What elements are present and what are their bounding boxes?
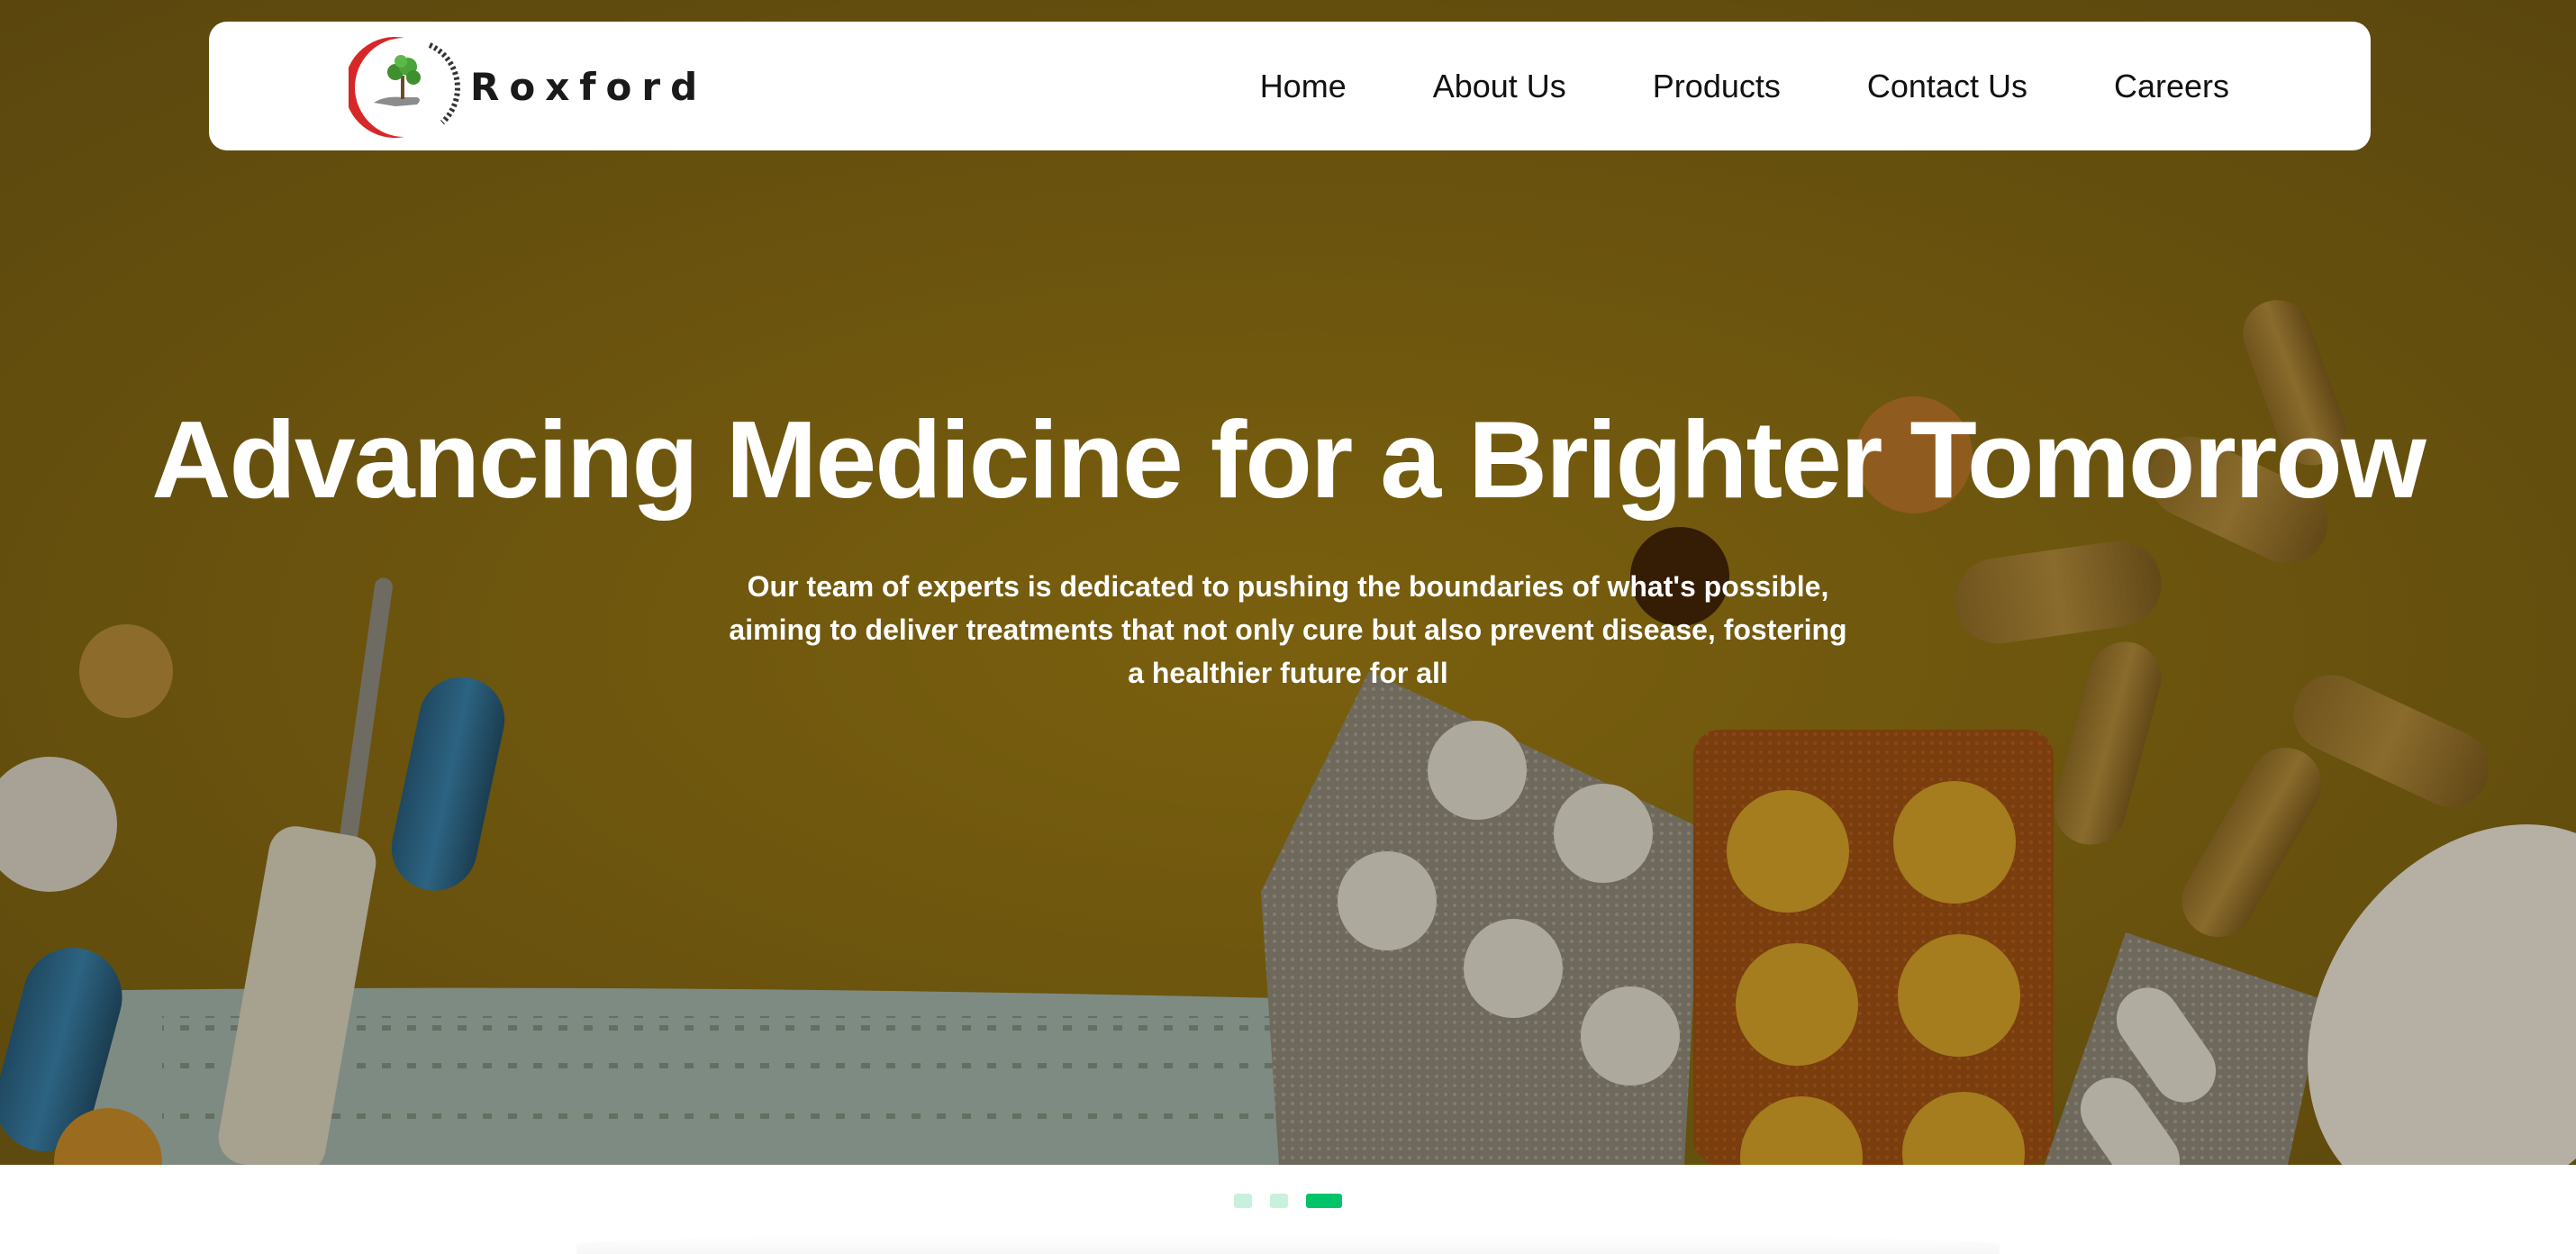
brand-logo[interactable]: Roxford (349, 32, 707, 141)
hero-subtitle: Our team of experts is dedicated to push… (729, 570, 1847, 689)
hero-section: Advancing Medicine for a Brighter Tomorr… (0, 0, 2576, 1165)
hero-title: Advancing Medicine for a Brighter Tomorr… (151, 398, 2426, 521)
nav-careers-link[interactable]: Careers (2114, 68, 2229, 105)
nav-contact-link[interactable]: Contact Us (1867, 68, 2027, 105)
carousel-dot-3[interactable] (1306, 1194, 1342, 1208)
nav-home-link[interactable]: Home (1260, 68, 1347, 105)
section-divider-shadow (576, 1234, 2000, 1254)
carousel-dot-1[interactable] (1234, 1194, 1252, 1208)
carousel-indicators (0, 1194, 2576, 1208)
brand-name: Roxford (470, 64, 708, 109)
nav-products-link[interactable]: Products (1653, 68, 1781, 105)
nav-about-link[interactable]: About Us (1433, 68, 1566, 105)
roxford-logo-icon (349, 37, 460, 138)
carousel-dot-2[interactable] (1270, 1194, 1288, 1208)
top-navbar: Roxford Home About Us Products Contact U… (209, 22, 2371, 150)
main-nav: Home About Us Products Contact Us Career… (1260, 22, 2229, 150)
